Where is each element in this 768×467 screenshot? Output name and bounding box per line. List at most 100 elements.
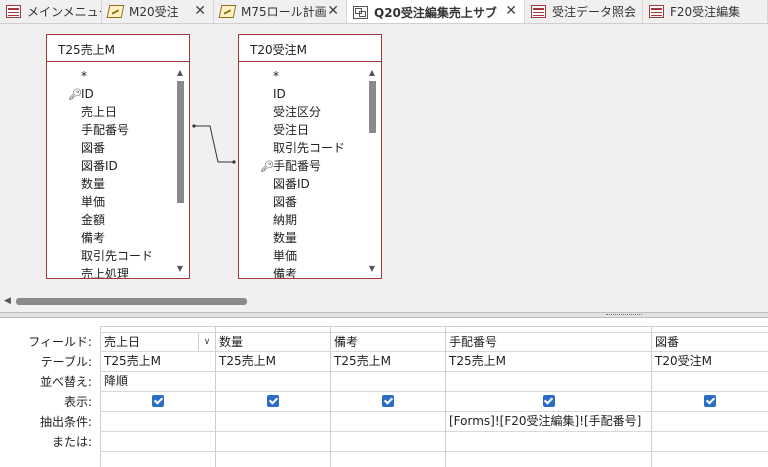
or-cell[interactable]: [331, 452, 445, 467]
show-checkbox[interactable]: [542, 394, 555, 407]
field-item[interactable]: 備考: [239, 265, 365, 278]
field-item[interactable]: 手配番号: [47, 121, 173, 139]
table-title[interactable]: T20受注M: [239, 35, 381, 62]
criteria-cell[interactable]: [331, 412, 445, 432]
field-item[interactable]: 🔑︎ ID: [47, 85, 173, 103]
field-item[interactable]: 売上処理: [47, 265, 173, 278]
field-item[interactable]: *: [47, 67, 173, 85]
field-item[interactable]: 納期: [239, 211, 365, 229]
scroll-up-icon[interactable]: ▲: [175, 68, 185, 78]
table-cell[interactable]: T25売上M: [216, 352, 330, 372]
show-cell[interactable]: [216, 392, 330, 412]
field-list-scrollbar[interactable]: ▲ ▼: [175, 68, 185, 274]
or-cell[interactable]: [216, 432, 330, 452]
scroll-thumb[interactable]: [177, 81, 184, 203]
table-cell[interactable]: T20受注M: [652, 352, 768, 372]
field-item[interactable]: 備考: [47, 229, 173, 247]
query-icon: [353, 5, 368, 19]
close-icon[interactable]: ✕: [505, 3, 517, 19]
or-cell[interactable]: [652, 432, 768, 452]
show-cell[interactable]: [446, 392, 651, 412]
field-list: * 🔑︎ ID 売上日 手配番号 図番 図番ID 数量 単価 金額 備考 取引先コ…: [47, 67, 173, 278]
table-t20-orders[interactable]: T20受注M * ID 受注区分 受注日 取引先コード 🔑︎ 手配番号 図番ID …: [238, 34, 382, 279]
tab-q20-query[interactable]: Q20受注編集売上サブ ✕: [347, 0, 525, 23]
field-item[interactable]: 🔑︎ 手配番号: [239, 157, 365, 175]
field-item[interactable]: 売上日: [47, 103, 173, 121]
field-list-scrollbar[interactable]: ▲ ▼: [367, 68, 377, 274]
field-item[interactable]: 数量: [47, 175, 173, 193]
row-label-show: 表示:: [63, 395, 92, 409]
show-checkbox[interactable]: [704, 394, 716, 407]
field-item[interactable]: 金額: [47, 211, 173, 229]
scroll-thumb[interactable]: [16, 298, 247, 305]
field-item[interactable]: 受注区分: [239, 103, 365, 121]
show-cell[interactable]: [331, 392, 445, 412]
field-item[interactable]: 取引先コード: [47, 247, 173, 265]
sort-cell[interactable]: 降順: [101, 372, 215, 392]
show-checkbox[interactable]: [382, 394, 394, 407]
or-cell[interactable]: [101, 452, 215, 467]
table-cell[interactable]: T25売上M: [101, 352, 215, 372]
close-icon[interactable]: ✕: [327, 3, 339, 19]
pane-splitter[interactable]: [0, 312, 768, 318]
sort-cell[interactable]: [652, 372, 768, 392]
field-cell[interactable]: 手配番号: [446, 332, 651, 352]
tab-m20-order[interactable]: M20受注 ✕: [102, 0, 214, 23]
field-item[interactable]: *: [239, 67, 365, 85]
splitter-grip-icon[interactable]: [606, 314, 642, 316]
sort-cell[interactable]: [216, 372, 330, 392]
tab-label: メインメニュー: [27, 5, 101, 19]
or-cell[interactable]: [101, 432, 215, 452]
scroll-down-icon[interactable]: ▼: [367, 264, 377, 274]
criteria-cell[interactable]: [652, 412, 768, 432]
show-cell[interactable]: [101, 392, 215, 412]
field-item[interactable]: 取引先コード: [239, 139, 365, 157]
close-icon[interactable]: ✕: [194, 3, 206, 19]
tab-label: M20受注: [129, 5, 179, 19]
field-item[interactable]: 単価: [47, 193, 173, 211]
sort-cell[interactable]: [446, 372, 651, 392]
show-checkbox[interactable]: [267, 394, 279, 407]
table-cell[interactable]: T25売上M: [446, 352, 651, 372]
field-cell[interactable]: 図番: [652, 332, 768, 352]
sort-cell[interactable]: [331, 372, 445, 392]
field-item[interactable]: 数量: [239, 229, 365, 247]
criteria-cell[interactable]: [101, 412, 215, 432]
table-t25-sales[interactable]: T25売上M * 🔑︎ ID 売上日 手配番号 図番 図番ID 数量 単価 金額 …: [46, 34, 190, 279]
show-cell[interactable]: [652, 392, 768, 412]
scroll-up-icon[interactable]: ▲: [367, 68, 377, 78]
tab-main-menu[interactable]: メインメニュー: [0, 0, 102, 23]
design-horizontal-scrollbar[interactable]: ◀: [0, 294, 768, 308]
field-item[interactable]: 受注日: [239, 121, 365, 139]
field-item[interactable]: 図番: [47, 139, 173, 157]
query-design-surface[interactable]: T25売上M * 🔑︎ ID 売上日 手配番号 図番 図番ID 数量 単価 金額 …: [0, 24, 768, 312]
grid-column-quantity: 数量 T25売上M: [216, 327, 331, 467]
field-item[interactable]: 単価: [239, 247, 365, 265]
or-cell[interactable]: [216, 452, 330, 467]
tab-order-inquiry[interactable]: 受注データ照会: [525, 0, 643, 23]
tab-f20-order-edit[interactable]: F20受注編集: [643, 0, 768, 23]
scroll-left-icon[interactable]: ◀: [4, 296, 11, 306]
table-title[interactable]: T25売上M: [47, 35, 189, 62]
or-cell[interactable]: [652, 452, 768, 467]
join-line[interactable]: [190, 114, 240, 174]
tab-m75-roll-plan[interactable]: M75ロール計画 ✕: [214, 0, 347, 23]
scroll-thumb[interactable]: [369, 81, 376, 133]
criteria-cell[interactable]: [216, 412, 330, 432]
or-cell[interactable]: [446, 452, 651, 467]
row-label-field: フィールド:: [28, 335, 92, 349]
criteria-cell[interactable]: [Forms]![F20受注編集]![手配番号]: [446, 412, 651, 432]
field-cell[interactable]: 数量: [216, 332, 330, 352]
scroll-down-icon[interactable]: ▼: [175, 264, 185, 274]
field-cell[interactable]: 売上日 ∨: [101, 332, 215, 352]
table-cell[interactable]: T25売上M: [331, 352, 445, 372]
field-item[interactable]: 図番: [239, 193, 365, 211]
field-item[interactable]: 図番ID: [47, 157, 173, 175]
field-item[interactable]: 図番ID: [239, 175, 365, 193]
chevron-down-icon[interactable]: ∨: [198, 333, 215, 351]
or-cell[interactable]: [446, 432, 651, 452]
or-cell[interactable]: [331, 432, 445, 452]
show-checkbox[interactable]: [152, 394, 164, 407]
field-item[interactable]: ID: [239, 85, 365, 103]
field-cell[interactable]: 備考: [331, 332, 445, 352]
